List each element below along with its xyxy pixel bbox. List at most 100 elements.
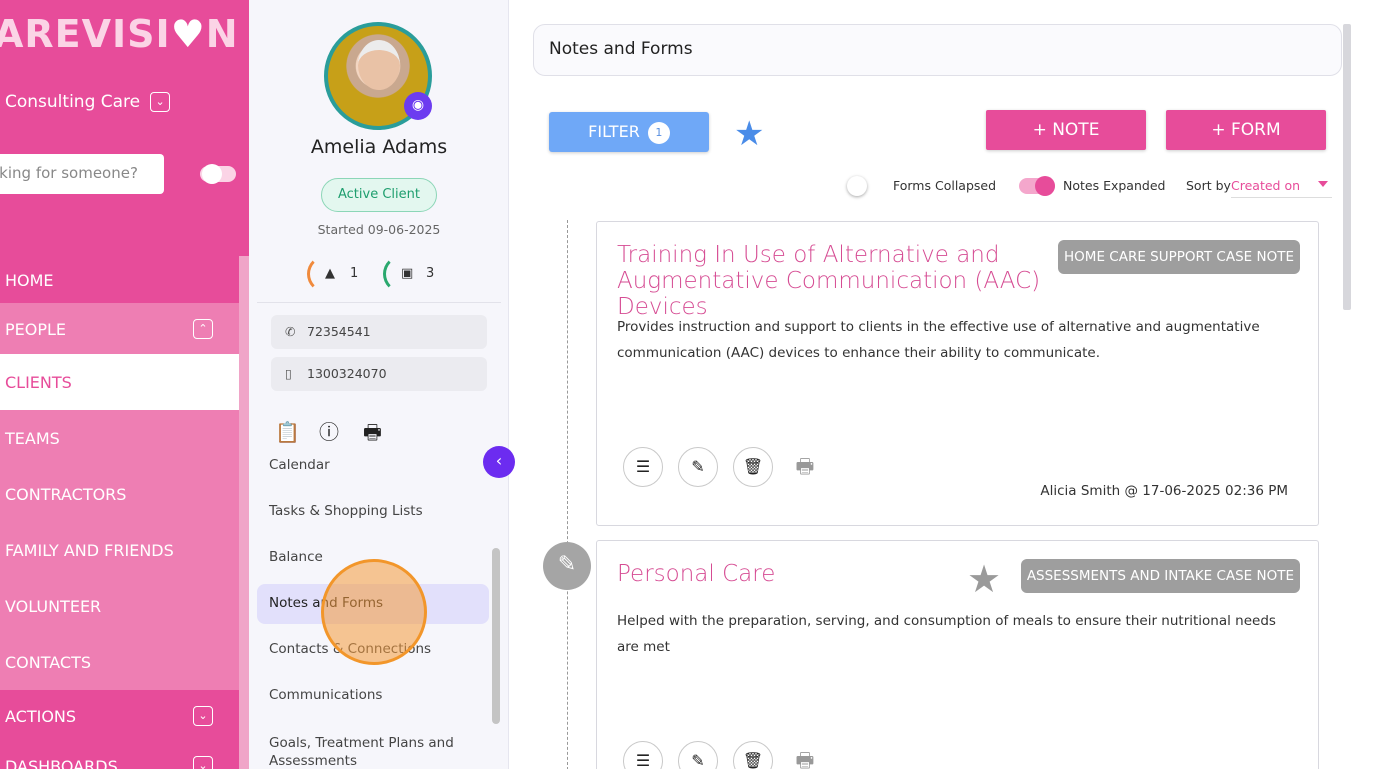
note-title[interactable]: Training In Use of Alternative and Augme…: [617, 242, 1087, 320]
nav-teams[interactable]: TEAMS: [0, 410, 239, 466]
filter-label: FILTER: [588, 122, 640, 141]
note-card[interactable]: Personal Care ★ ASSESSMENTS AND INTAKE C…: [596, 540, 1319, 769]
nav-label: TEAMS: [5, 429, 60, 448]
nav-label: HOME: [5, 271, 54, 290]
people-search-input[interactable]: oking for someone?: [0, 154, 164, 194]
menu-tasks[interactable]: Tasks & Shopping Lists: [257, 492, 489, 532]
collapse-panel-button[interactable]: ‹: [483, 446, 515, 478]
phone-field[interactable]: ✆ 72354541: [271, 315, 487, 349]
mobile-value: 1300324070: [307, 366, 387, 381]
chevron-down-icon: ⌄: [193, 706, 213, 726]
notes-toggle-label: Notes Expanded: [1063, 178, 1166, 193]
sidebar-scrollbar[interactable]: [239, 256, 249, 769]
wallet-icon: ▣: [401, 266, 414, 281]
nav-dashboards[interactable]: DASHBOARDS ⌄: [0, 740, 239, 769]
alerts-count: 1: [350, 266, 359, 281]
note-card[interactable]: Training In Use of Alternative and Augme…: [596, 221, 1319, 526]
filter-count-badge: 1: [647, 121, 670, 144]
nav-clients[interactable]: CLIENTS: [0, 354, 239, 410]
nav-label: PEOPLE: [5, 320, 67, 339]
chevron-down-icon: ⌄: [193, 756, 213, 769]
add-note-button[interactable]: + NOTE: [986, 110, 1146, 150]
delete-icon[interactable]: 🗑: [733, 741, 773, 769]
sort-select[interactable]: Created on: [1231, 178, 1332, 198]
nav-home[interactable]: HOME: [0, 254, 239, 306]
note-edit-icon: ✎: [543, 542, 591, 590]
nav-contractors[interactable]: CONTRACTORS: [0, 466, 239, 522]
page-title: Notes and Forms: [533, 24, 1342, 76]
sidebar-toggle[interactable]: [200, 164, 236, 184]
menu-label: Balance: [269, 549, 323, 565]
client-avatar[interactable]: ◉: [324, 22, 432, 130]
nav-label: CLIENTS: [5, 373, 72, 392]
toggle-knob: [1035, 176, 1055, 196]
menu-communications[interactable]: Communications: [257, 676, 489, 716]
camera-icon[interactable]: ◉: [404, 92, 432, 120]
nav-volunteer[interactable]: VOLUNTEER: [0, 578, 239, 634]
status-badge: Active Client: [321, 178, 437, 212]
panel-scrollbar[interactable]: [492, 548, 500, 724]
mobile-icon: ▯: [285, 366, 292, 381]
warning-icon: ▲: [325, 266, 335, 281]
info-icon[interactable]: ⓘ: [319, 416, 363, 445]
filter-button[interactable]: FILTER 1: [549, 112, 709, 152]
nav-people[interactable]: PEOPLE ⌃: [0, 303, 239, 355]
search-placeholder: oking for someone?: [0, 164, 138, 182]
started-date: Started 09-06-2025: [317, 222, 441, 237]
left-sidebar: AREVISI♥N Consulting Care ⌄ oking for som…: [0, 0, 249, 769]
note-title[interactable]: Personal Care: [617, 561, 1087, 587]
heart-icon: ♥: [170, 12, 206, 56]
menu-goals[interactable]: Goals, Treatment Plans and Assessments: [257, 730, 489, 780]
list-icon[interactable]: ☰: [623, 741, 663, 769]
forms-collapsed-toggle[interactable]: [847, 176, 883, 196]
client-name: Amelia Adams: [310, 136, 448, 158]
menu-calendar[interactable]: Calendar: [257, 446, 489, 486]
clipboard-icon[interactable]: 📋: [275, 420, 319, 444]
list-icon[interactable]: ☰: [623, 447, 663, 487]
favourite-star-icon[interactable]: ★: [734, 114, 764, 154]
menu-label: Tasks & Shopping Lists: [269, 503, 423, 519]
nav-label: FAMILY AND FRIENDS: [5, 541, 174, 560]
menu-label: Communications: [269, 687, 383, 703]
note-description: Provides instruction and support to clie…: [617, 319, 1260, 361]
forms-toggle-label: Forms Collapsed: [893, 178, 997, 193]
print-icon[interactable]: 🖶: [785, 741, 825, 769]
nav-label: DASHBOARDS: [5, 757, 118, 769]
menu-label: Calendar: [269, 457, 330, 473]
nav-label: VOLUNTEER: [5, 597, 102, 616]
nav-contacts[interactable]: CONTACTS: [0, 634, 239, 690]
edit-icon[interactable]: ✎: [678, 741, 718, 769]
alerts-indicator[interactable]: ▲ 1: [307, 255, 377, 293]
note-author-date: Alicia Smith @ 17-06-2025 02:36 PM: [1040, 483, 1288, 499]
nav-label: CONTRACTORS: [5, 485, 127, 504]
star-icon[interactable]: ★: [967, 557, 1001, 601]
click-indicator: [321, 559, 427, 665]
nav-family-and-friends[interactable]: FAMILY AND FRIENDS: [0, 522, 239, 578]
main-content: Notes and Forms FILTER 1 ★ + NOTE + FORM …: [509, 0, 1376, 769]
add-form-button[interactable]: + FORM: [1166, 110, 1326, 150]
nav-label: CONTACTS: [5, 653, 92, 672]
sort-label: Sort by: [1186, 178, 1231, 193]
phone-icon: ✆: [285, 324, 296, 339]
client-panel: ◉ Amelia Adams Active Client Started 09-…: [249, 0, 515, 769]
sort-value: Created on: [1231, 178, 1301, 193]
avatar-face: [358, 40, 400, 90]
print-icon[interactable]: 🖶: [785, 447, 825, 487]
wallet-indicator[interactable]: ▣ 3: [383, 255, 453, 293]
divider: [257, 302, 501, 303]
edit-icon[interactable]: ✎: [678, 447, 718, 487]
note-tag: ASSESSMENTS AND INTAKE CASE NOTE: [1020, 559, 1300, 593]
delete-icon[interactable]: 🗑: [733, 447, 773, 487]
timeline-line: [567, 220, 568, 769]
nav-actions[interactable]: ACTIONS ⌄: [0, 690, 239, 742]
chevron-up-icon: ⌃: [193, 319, 213, 339]
wallet-count: 3: [426, 266, 435, 281]
main-scrollbar[interactable]: [1343, 24, 1351, 310]
org-name: Consulting Care: [5, 92, 141, 112]
nav-label: ACTIONS: [5, 707, 77, 726]
logo: AREVISI♥N: [0, 12, 239, 56]
toggle-knob: [847, 176, 867, 196]
org-selector[interactable]: Consulting Care ⌄: [5, 92, 171, 112]
notes-expanded-toggle[interactable]: [1019, 176, 1055, 196]
mobile-field[interactable]: ▯ 1300324070: [271, 357, 487, 391]
